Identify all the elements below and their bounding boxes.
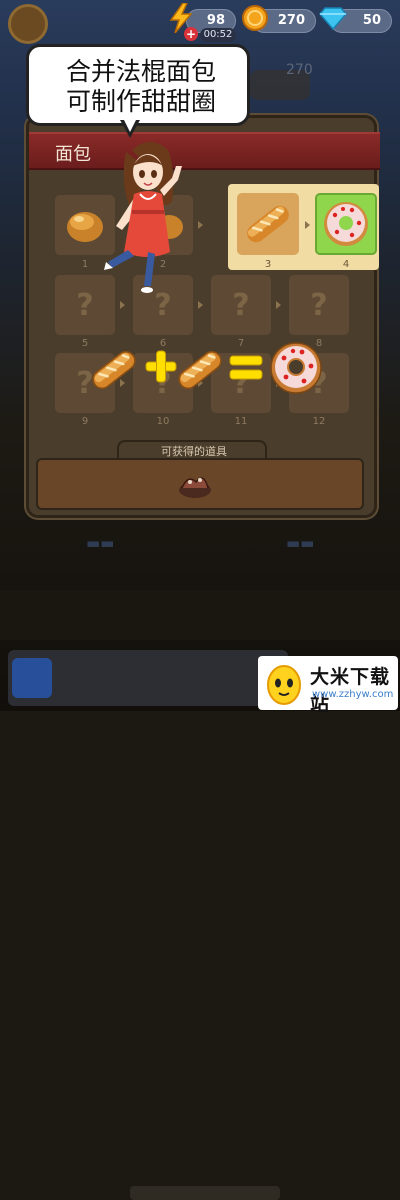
arrow-right-icon	[198, 301, 203, 309]
recipe-slot-active[interactable]	[237, 193, 299, 255]
coin-value: 270	[277, 13, 305, 28]
slot-number: 10	[156, 416, 170, 427]
bubble-tail-inner	[123, 118, 137, 132]
merge-equation	[90, 340, 340, 396]
equals-icon	[229, 355, 263, 380]
baguette-icon	[92, 351, 136, 389]
slot-number: 11	[234, 416, 248, 427]
donut-icon	[324, 202, 368, 246]
background-card	[8, 650, 288, 706]
arrow-right-icon	[198, 221, 203, 229]
chef-girl-character	[104, 142, 182, 293]
reward-box	[36, 458, 364, 510]
top-bar: 98 + 00:52 270 50	[0, 0, 400, 46]
gem-value: 50	[362, 13, 381, 28]
add-energy-button[interactable]: +	[184, 27, 198, 41]
energy-timer: 00:52	[200, 28, 236, 42]
baguette-icon	[247, 205, 289, 243]
background-label-right: ▬▬	[286, 534, 315, 552]
background-bottom-bar	[0, 590, 400, 1200]
baguette-icon	[178, 351, 222, 389]
background-label-left: ▬▬	[86, 534, 115, 552]
rice-logo-icon	[267, 665, 301, 705]
coin-icon	[240, 3, 270, 33]
donut-icon	[270, 342, 322, 394]
arrow-right-icon	[305, 221, 310, 229]
slot-number: 3	[264, 259, 272, 270]
recipe-slot-target[interactable]	[315, 193, 377, 255]
bubble-line-1: 合并法棍面包	[65, 57, 216, 86]
recipe-slot-locked[interactable]: ?	[211, 275, 271, 335]
slot-number: 4	[342, 259, 350, 270]
reward-tab: 可获得的道具	[117, 440, 267, 460]
question-mark-icon: ?	[232, 287, 250, 323]
background-counter: 270	[286, 62, 313, 78]
profile-avatar[interactable]	[8, 4, 48, 44]
recipe-slot-locked[interactable]: ?	[289, 275, 349, 335]
speech-bubble: 合并法棍面包 可制作甜甜圈	[26, 44, 250, 126]
slot-number: 12	[312, 416, 326, 427]
watermark: 大米下载站 www.zzhyw.com	[258, 656, 398, 715]
panel-header: 面包	[29, 132, 380, 170]
plus-icon	[145, 350, 177, 383]
energy-value: 98	[206, 13, 225, 28]
reward-item-icon	[179, 477, 211, 498]
diamond-icon	[318, 3, 348, 33]
panel-title: 面包	[55, 144, 91, 165]
watermark-url: www.zzhyw.com	[312, 689, 394, 700]
bubble-line-2: 可制作甜甜圈	[65, 87, 216, 116]
arrow-right-icon	[120, 301, 125, 309]
reward-label: 可获得的道具	[161, 445, 227, 458]
question-mark-icon: ?	[310, 287, 328, 323]
arrow-right-icon	[276, 301, 281, 309]
slot-number: 9	[81, 416, 89, 427]
